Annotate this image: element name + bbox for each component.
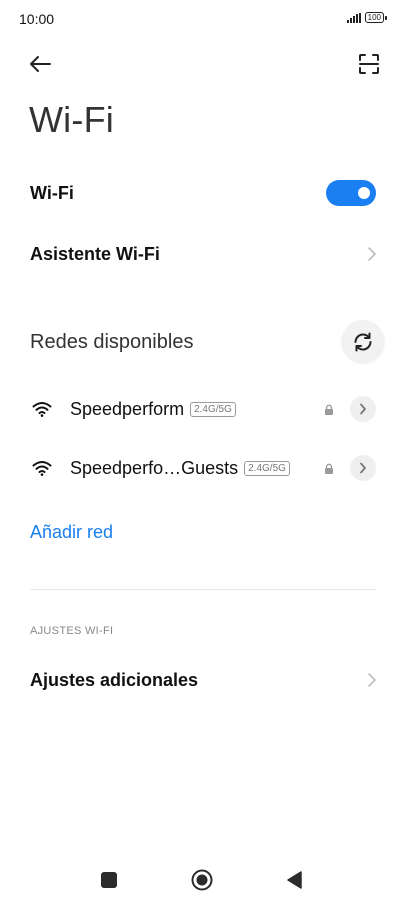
- network-name: Speedperform: [70, 398, 185, 419]
- additional-settings-label: Ajustes adicionales: [30, 669, 199, 690]
- signal-icon: [346, 12, 361, 23]
- wifi-assistant-label: Asistente Wi-Fi: [30, 243, 160, 264]
- network-details-button[interactable]: [350, 455, 376, 481]
- recent-apps-button[interactable]: [101, 872, 117, 888]
- scan-icon: [359, 54, 379, 74]
- chevron-right-icon: [360, 462, 366, 474]
- chevron-right-icon: [365, 670, 379, 690]
- home-button[interactable]: [191, 869, 213, 891]
- network-item[interactable]: Speedperfo…Guests 2.4G/5G: [0, 447, 407, 489]
- triangle-back-icon: [287, 871, 302, 889]
- arrow-left-icon: [30, 56, 51, 72]
- available-networks-heading: Redes disponibles: [30, 331, 194, 353]
- network-details-button[interactable]: [350, 396, 376, 422]
- wifi-assistant-row[interactable]: Asistente Wi-Fi: [0, 232, 407, 276]
- chevron-right-icon: [360, 403, 366, 415]
- divider: [30, 589, 376, 590]
- wifi-signal-icon: [32, 460, 52, 476]
- wifi-signal-icon: [32, 401, 52, 417]
- nav-back-button[interactable]: [285, 870, 305, 890]
- page-title: Wi-Fi: [29, 99, 114, 140]
- lock-icon: [323, 462, 335, 474]
- battery-icon: 100: [364, 12, 387, 23]
- refresh-button[interactable]: [341, 320, 385, 364]
- chevron-right-icon: [365, 244, 379, 264]
- band-badge: 2.4G/5G: [244, 460, 290, 476]
- back-button[interactable]: [24, 50, 56, 78]
- lock-icon: [323, 403, 335, 415]
- wifi-settings-caption: AJUSTES WI-FI: [30, 625, 114, 637]
- network-name: Speedperfo…Guests: [70, 457, 239, 478]
- home-circle-icon: [191, 869, 213, 891]
- status-time: 10:00: [19, 11, 55, 27]
- network-item[interactable]: Speedperform 2.4G/5G: [0, 388, 407, 430]
- refresh-icon: [354, 332, 372, 352]
- additional-settings-row[interactable]: Ajustes adicionales: [0, 658, 407, 702]
- battery-level: 100: [364, 12, 384, 23]
- band-badge: 2.4G/5G: [190, 401, 236, 417]
- add-network-link[interactable]: Añadir red: [30, 522, 113, 543]
- wifi-toggle-label: Wi-Fi: [30, 182, 74, 203]
- scan-qr-button[interactable]: [353, 50, 385, 78]
- wifi-switch[interactable]: [326, 180, 376, 206]
- switch-knob: [358, 187, 370, 199]
- status-icons: 100: [346, 12, 387, 23]
